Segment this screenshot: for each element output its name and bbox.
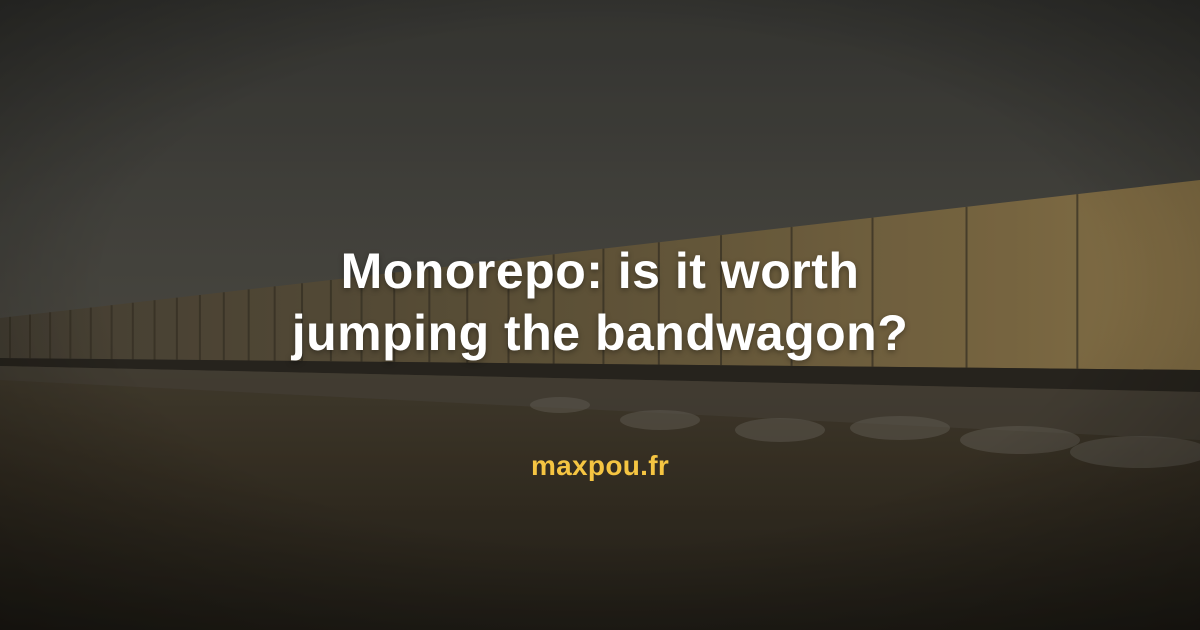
article-title: Monorepo: is it worth jumping the bandwa… — [0, 240, 1200, 364]
title-line-1: Monorepo: is it worth — [340, 243, 860, 299]
title-line-2: jumping the bandwagon? — [291, 305, 909, 361]
social-card: Monorepo: is it worth jumping the bandwa… — [0, 0, 1200, 630]
site-name: maxpou.fr — [530, 450, 670, 481]
